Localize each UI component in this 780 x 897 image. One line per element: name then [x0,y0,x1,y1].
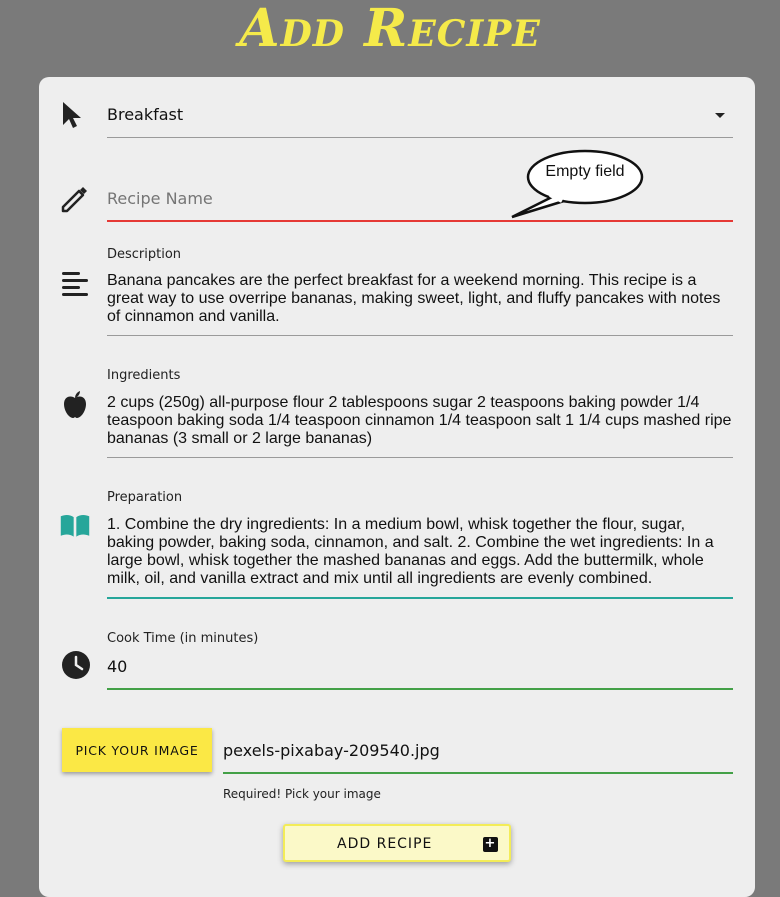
recipe-name-error-underline [107,220,733,222]
dropdown-arrow-icon[interactable] [715,113,725,118]
description-underline [107,335,733,336]
category-select[interactable]: Breakfast [39,77,755,137]
image-helper-text: Required! Pick your image [223,787,381,801]
recipe-form-card: Breakfast Empty field Description Banana… [39,77,755,897]
notes-icon [62,272,88,296]
add-recipe-label: ADD RECIPE [337,836,433,852]
speech-bubble-icon [511,149,644,219]
ingredients-underline [107,457,733,458]
preparation-textarea[interactable]: 1. Combine the dry ingredients: In a med… [107,516,733,588]
add-recipe-button[interactable]: ADD RECIPE + [283,824,511,862]
image-filename-underline [223,772,733,774]
plus-box-icon: + [483,836,498,852]
cook-time-input[interactable] [107,655,727,677]
page-title: Add Recipe [239,0,541,59]
cook-time-label: Cook Time (in minutes) [107,631,259,646]
image-filename-input[interactable] [223,739,723,761]
ingredients-label: Ingredients [107,368,181,383]
preparation-focus-underline [107,597,733,599]
description-label: Description [107,247,182,262]
category-selected-value: Breakfast [107,105,184,124]
preparation-label: Preparation [107,490,183,505]
clock-icon [62,651,90,679]
apple-icon [64,391,86,418]
open-book-icon [60,514,90,537]
pick-image-button[interactable]: PICK YOUR IMAGE [62,728,212,772]
ingredients-textarea[interactable]: 2 cups (250g) all-purpose flour 2 tables… [107,394,733,448]
pencil-icon [61,187,87,213]
empty-field-text: Empty field [545,163,625,180]
category-underline [107,137,733,138]
description-textarea[interactable]: Banana pancakes are the perfect breakfas… [107,272,733,326]
cook-time-valid-underline [107,688,733,690]
empty-field-callout: Empty field [511,149,644,219]
